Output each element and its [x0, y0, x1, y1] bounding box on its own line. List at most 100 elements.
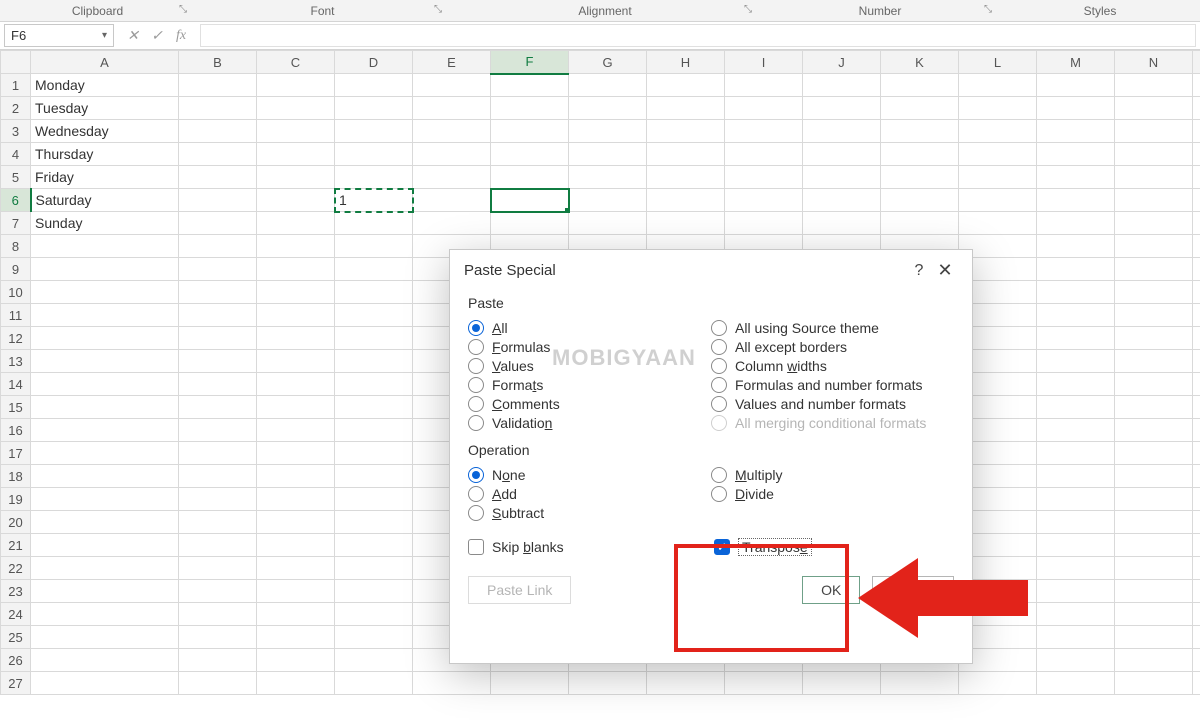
cell[interactable]	[335, 373, 413, 396]
cell[interactable]	[647, 166, 725, 189]
cell[interactable]	[1115, 97, 1193, 120]
cell[interactable]	[179, 97, 257, 120]
cell[interactable]	[647, 120, 725, 143]
cell[interactable]	[1193, 580, 1200, 603]
cell[interactable]	[881, 120, 959, 143]
row-header[interactable]: 6	[1, 189, 31, 212]
cell[interactable]	[1037, 488, 1115, 511]
cell[interactable]	[1193, 212, 1200, 235]
cell[interactable]	[647, 672, 725, 695]
cell[interactable]	[257, 557, 335, 580]
cell[interactable]	[1115, 373, 1193, 396]
dialog-launcher-icon[interactable]: ⤡	[744, 4, 756, 16]
cell[interactable]	[257, 396, 335, 419]
cell[interactable]	[1115, 235, 1193, 258]
cell[interactable]	[1037, 189, 1115, 212]
cell[interactable]	[1193, 189, 1200, 212]
cell[interactable]	[1193, 120, 1200, 143]
column-header[interactable]: O	[1193, 51, 1200, 74]
cell[interactable]	[179, 511, 257, 534]
cell[interactable]	[881, 166, 959, 189]
cell[interactable]	[31, 603, 179, 626]
radio-option-values[interactable]: Values	[468, 358, 711, 374]
cell[interactable]	[413, 143, 491, 166]
cell[interactable]	[1115, 281, 1193, 304]
cell[interactable]	[335, 143, 413, 166]
cell[interactable]	[881, 212, 959, 235]
cell[interactable]	[1115, 143, 1193, 166]
cell[interactable]	[1115, 120, 1193, 143]
cell[interactable]	[335, 396, 413, 419]
cell[interactable]	[179, 212, 257, 235]
cell[interactable]	[335, 350, 413, 373]
ok-button[interactable]: OK	[802, 576, 860, 604]
cell[interactable]	[179, 258, 257, 281]
cell[interactable]	[257, 189, 335, 212]
cell[interactable]	[179, 166, 257, 189]
column-header[interactable]: K	[881, 51, 959, 74]
cell[interactable]	[1037, 304, 1115, 327]
cell[interactable]	[335, 672, 413, 695]
cell[interactable]	[31, 649, 179, 672]
row-header[interactable]: 20	[1, 511, 31, 534]
cell[interactable]	[491, 143, 569, 166]
cell[interactable]	[179, 74, 257, 97]
row-header[interactable]: 9	[1, 258, 31, 281]
cell[interactable]	[31, 304, 179, 327]
cell[interactable]	[257, 212, 335, 235]
cell[interactable]	[335, 419, 413, 442]
cell[interactable]	[881, 74, 959, 97]
cell[interactable]	[179, 350, 257, 373]
cell[interactable]	[1115, 534, 1193, 557]
radio-option-multiply[interactable]: Multiply	[711, 467, 954, 483]
name-box[interactable]: F6 ▾	[4, 24, 114, 47]
cell[interactable]	[1115, 557, 1193, 580]
cell[interactable]	[335, 488, 413, 511]
cell[interactable]	[31, 235, 179, 258]
row-header[interactable]: 17	[1, 442, 31, 465]
cell[interactable]	[179, 304, 257, 327]
cell[interactable]	[1193, 235, 1200, 258]
cell[interactable]	[257, 350, 335, 373]
cell[interactable]	[803, 97, 881, 120]
row-header[interactable]: 25	[1, 626, 31, 649]
radio-icon[interactable]	[468, 358, 484, 374]
cell[interactable]	[803, 672, 881, 695]
radio-option-all[interactable]: All	[468, 320, 711, 336]
cell[interactable]	[1115, 350, 1193, 373]
cell[interactable]	[725, 166, 803, 189]
cell[interactable]	[413, 74, 491, 97]
cell[interactable]	[1193, 442, 1200, 465]
cell[interactable]: Thursday	[31, 143, 179, 166]
cell[interactable]	[335, 120, 413, 143]
cell[interactable]	[1037, 212, 1115, 235]
cell[interactable]	[491, 120, 569, 143]
cell[interactable]	[257, 258, 335, 281]
cell[interactable]	[1115, 212, 1193, 235]
row-header[interactable]: 3	[1, 120, 31, 143]
row-header[interactable]: 4	[1, 143, 31, 166]
cell[interactable]	[1193, 304, 1200, 327]
radio-icon[interactable]	[468, 396, 484, 412]
radio-option-formulas_number_formats[interactable]: Formulas and number formats	[711, 377, 954, 393]
column-header[interactable]: L	[959, 51, 1037, 74]
cell[interactable]	[179, 189, 257, 212]
dialog-titlebar[interactable]: Paste Special ? ✕	[450, 250, 972, 287]
cell[interactable]	[1037, 626, 1115, 649]
radio-icon[interactable]	[468, 320, 484, 336]
cell[interactable]	[959, 672, 1037, 695]
cell[interactable]	[257, 373, 335, 396]
radio-icon[interactable]	[468, 377, 484, 393]
cell[interactable]	[725, 672, 803, 695]
cell[interactable]	[179, 235, 257, 258]
cell[interactable]	[257, 143, 335, 166]
cell[interactable]	[881, 672, 959, 695]
cell[interactable]: Tuesday	[31, 97, 179, 120]
cell[interactable]: 1	[335, 189, 413, 212]
paste-link-button[interactable]: Paste Link	[468, 576, 571, 604]
cell[interactable]	[257, 281, 335, 304]
row-header[interactable]: 23	[1, 580, 31, 603]
column-header[interactable]: G	[569, 51, 647, 74]
cell[interactable]	[1193, 488, 1200, 511]
column-header[interactable]: I	[725, 51, 803, 74]
